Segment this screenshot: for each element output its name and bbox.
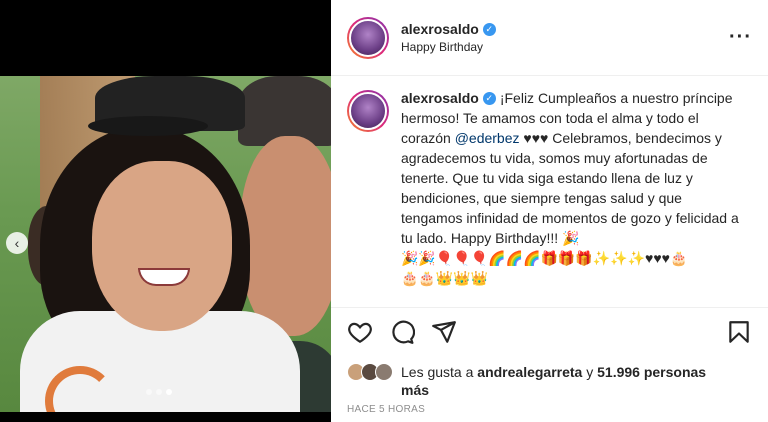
caption-username-link[interactable]: alexrosaldo [401,88,479,108]
avatar[interactable] [375,363,393,381]
likes-count-link[interactable]: 51.996 personas [597,364,706,380]
post-caption: alexrosaldo ✓ ¡Feliz Cumpleaños a nuestr… [331,76,768,308]
carousel-dot-active [166,389,172,395]
caption-emojis-2: 🎂🎂👑👑👑 [401,270,489,286]
mention-link[interactable]: @ederbez [455,130,520,146]
caption-text-continued: ♥♥♥ Celebramos, bendecimos y agradecemos… [401,130,739,246]
verified-badge-icon: ✓ [482,91,496,105]
avatar[interactable] [347,90,389,132]
post-timestamp[interactable]: HACE 5 HORAS [347,404,425,415]
liker-username-link[interactable]: andrealegarreta [477,364,582,380]
caption-emojis: 🎉🎉🎈🎈🎈🌈🌈🌈🎁🎁🎁✨✨✨♥♥♥🎂 [401,250,688,266]
likes-more-link[interactable]: más [401,382,429,398]
carousel-indicator [146,389,172,395]
action-bar [347,317,752,347]
location-link[interactable]: Happy Birthday [401,40,496,54]
likes-summary: Les gusta a andrealegarreta y 51.996 per… [347,363,752,399]
post-photo[interactable] [0,76,331,412]
post-media: ‹ [0,0,331,422]
more-options-icon[interactable]: ··· [729,26,752,49]
verified-badge-icon: ✓ [482,22,496,36]
post-header: alexrosaldo ✓ Happy Birthday ··· [331,0,768,76]
carousel-dot [146,389,152,395]
avatar[interactable] [347,16,389,59]
carousel-dot [156,389,162,395]
share-icon[interactable] [431,319,457,345]
bookmark-icon[interactable] [726,319,752,345]
chevron-left-icon[interactable]: ‹ [6,232,28,254]
username-link[interactable]: alexrosaldo [401,21,479,37]
heart-icon[interactable] [347,319,373,345]
comment-icon[interactable] [389,319,416,345]
post-details-panel: alexrosaldo ✓ Happy Birthday ··· alexros… [331,0,768,422]
